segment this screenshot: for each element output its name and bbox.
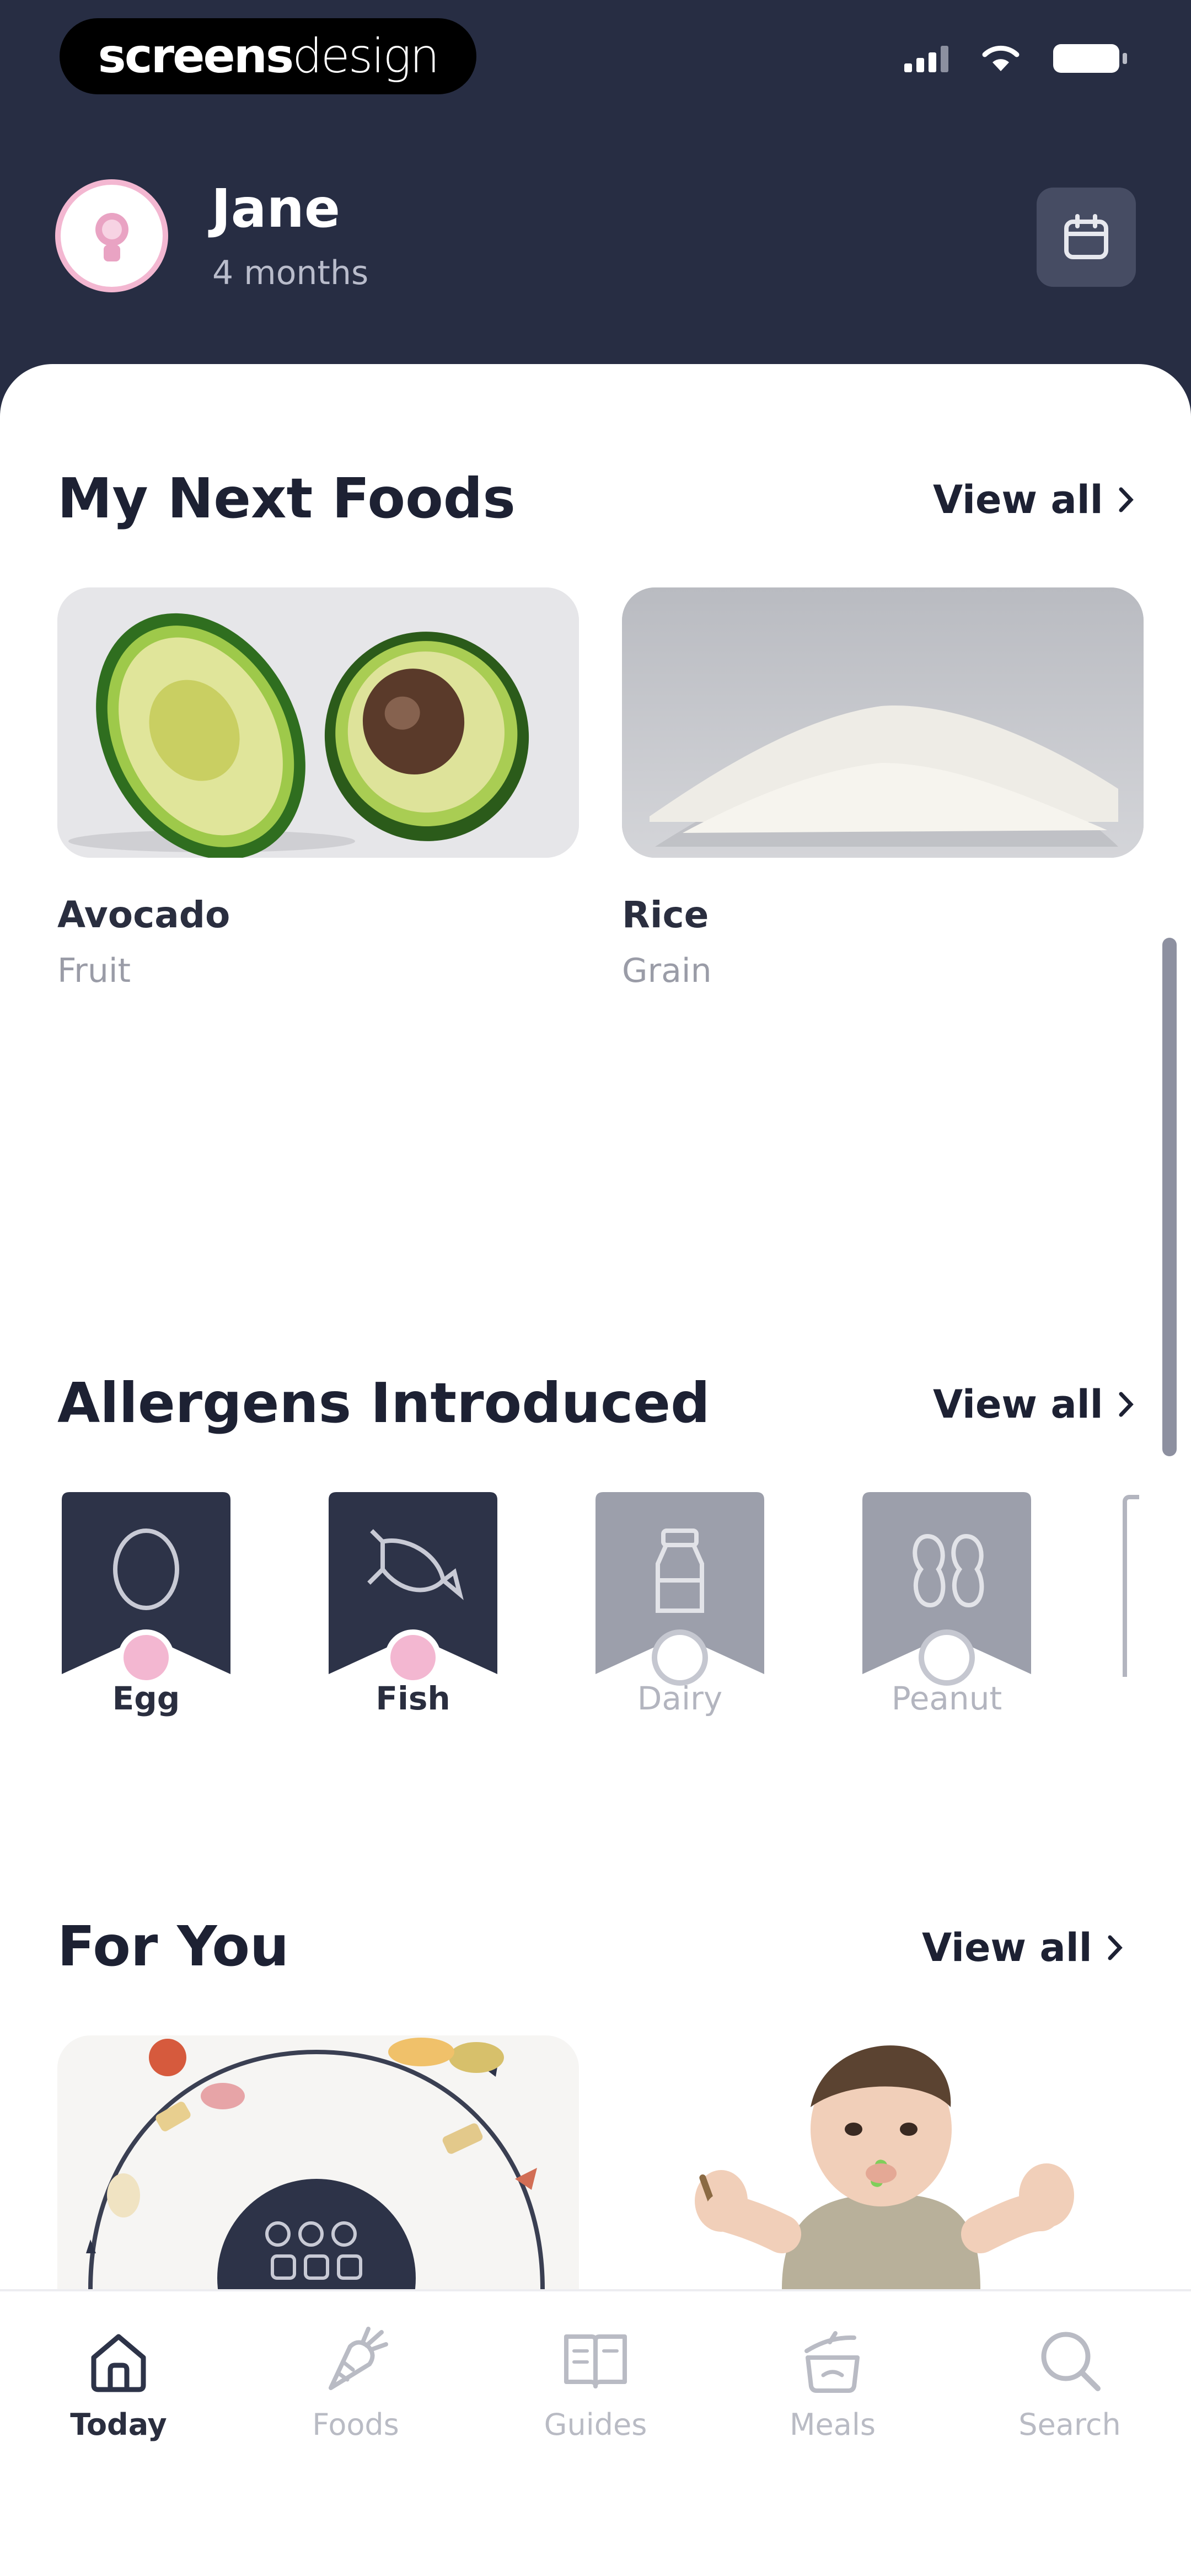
introduced-check-icon	[385, 1629, 441, 1686]
calendar-button[interactable]	[1037, 188, 1136, 287]
for-you-title: For You	[57, 1914, 289, 1979]
rice-image	[622, 587, 1144, 858]
view-all-label: View all	[922, 1925, 1092, 1970]
allergen-label: Egg	[112, 1680, 180, 1717]
tab-label: Search	[1018, 2407, 1121, 2442]
allergen-label: Peanut	[891, 1680, 1002, 1717]
home-icon	[91, 2334, 146, 2392]
brand-watermark: screens design	[60, 18, 476, 94]
calendar-icon	[1064, 214, 1108, 259]
allergens-title: Allergens Introduced	[57, 1371, 710, 1435]
food-name: Rice	[622, 894, 709, 936]
cellular-signal-icon	[904, 45, 948, 72]
next-foods-title: My Next Foods	[57, 466, 516, 531]
allergen-badge	[862, 1492, 1031, 1686]
tab-label: Today	[70, 2407, 167, 2442]
tab-label: Guides	[544, 2407, 647, 2442]
food-category: Fruit	[57, 952, 131, 990]
allergen-next-peek	[1123, 1495, 1139, 1677]
allergens-view-all[interactable]: View all	[933, 1382, 1134, 1427]
tab-search[interactable]: Search	[990, 2324, 1150, 2442]
main-content: My Next Foods View all Avocado Fruit Ric…	[0, 364, 1191, 2289]
brand-light-text: design	[292, 29, 439, 84]
wifi-icon	[982, 45, 1020, 71]
child-age: 4 months	[212, 254, 369, 292]
chevron-right-icon	[1119, 487, 1134, 512]
for-you-card-baby[interactable]	[616, 2035, 1138, 2289]
tab-today[interactable]: Today	[39, 2324, 198, 2442]
status-icons	[904, 44, 1127, 73]
allergen-dairy[interactable]: Dairy	[589, 1492, 771, 1717]
for-you-card-guide[interactable]	[57, 2035, 579, 2289]
tab-label: Foods	[312, 2407, 399, 2442]
not-introduced-icon	[919, 1629, 975, 1686]
avocado-image	[57, 587, 579, 858]
allergen-peanut[interactable]: Peanut	[856, 1492, 1038, 1717]
bottom-tab-bar: Today Foods Guides Meals Search	[0, 2289, 1191, 2576]
allergen-badge	[329, 1492, 497, 1686]
tab-label: Meals	[789, 2407, 876, 2442]
baby-eating-photo	[616, 2035, 1138, 2289]
tab-guides[interactable]: Guides	[516, 2324, 675, 2442]
view-all-label: View all	[933, 1382, 1103, 1427]
allergen-badge	[596, 1492, 764, 1686]
allergen-egg[interactable]: Egg	[55, 1492, 237, 1717]
for-you-view-all[interactable]: View all	[922, 1925, 1123, 1970]
battery-icon	[1053, 44, 1127, 73]
allergen-label: Dairy	[637, 1680, 723, 1717]
food-name: Avocado	[57, 894, 230, 936]
allergen-badge	[62, 1492, 230, 1686]
book-icon	[564, 2334, 627, 2388]
child-avatar[interactable]	[55, 179, 168, 292]
chevron-right-icon	[1108, 1935, 1123, 1960]
scrollbar[interactable]	[1162, 938, 1177, 1456]
tab-foods[interactable]: Foods	[276, 2324, 436, 2442]
carrot-icon	[329, 2327, 388, 2390]
allergen-label: Fish	[375, 1680, 450, 1717]
baby-icon	[95, 212, 128, 261]
next-foods-view-all[interactable]: View all	[933, 477, 1134, 522]
food-category: Grain	[622, 952, 712, 990]
child-name[interactable]: Jane	[211, 178, 340, 239]
food-card-avocado[interactable]	[57, 587, 579, 858]
food-card-rice[interactable]	[622, 587, 1144, 858]
chevron-right-icon	[1119, 1392, 1134, 1417]
introduced-check-icon	[118, 1629, 174, 1686]
status-bar: screens design	[0, 0, 1191, 127]
not-introduced-icon	[652, 1629, 708, 1686]
brand-bold-text: screens	[98, 29, 294, 84]
feeding-guide-illustration	[57, 2035, 579, 2289]
pot-icon	[804, 2331, 860, 2393]
view-all-label: View all	[933, 477, 1103, 522]
tab-meals[interactable]: Meals	[753, 2324, 913, 2442]
allergen-fish[interactable]: Fish	[322, 1492, 504, 1717]
search-icon	[1041, 2332, 1101, 2391]
